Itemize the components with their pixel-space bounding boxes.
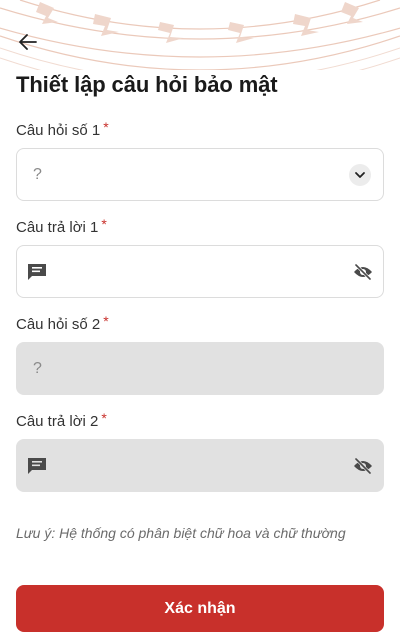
arrow-left-icon bbox=[19, 34, 37, 50]
answer-1-field bbox=[16, 245, 384, 298]
security-question-screen: Thiết lập câu hỏi bảo mật Câu hỏi số 1 * … bbox=[0, 0, 400, 643]
drum-pattern-background bbox=[0, 0, 400, 70]
back-button[interactable] bbox=[12, 28, 44, 56]
question-2-label-text: Câu hỏi số 2 bbox=[16, 316, 101, 333]
answer-1-label: Câu trả lời 1 * bbox=[16, 216, 107, 236]
answer-2-label: Câu trả lời 2 * bbox=[16, 410, 107, 430]
question-1-select[interactable]: ? bbox=[16, 148, 384, 201]
question-2-value: ? bbox=[33, 359, 42, 377]
answer-1-label-text: Câu trả lời 1 bbox=[16, 219, 99, 236]
question-1-label: Câu hỏi số 1 * bbox=[16, 119, 109, 139]
question-1-label-text: Câu hỏi số 1 bbox=[16, 122, 101, 139]
question-1-value: ? bbox=[33, 165, 42, 183]
eye-off-icon[interactable] bbox=[353, 457, 373, 474]
required-mark: * bbox=[101, 410, 107, 426]
answer-2-field bbox=[16, 439, 384, 492]
case-sensitivity-note: Lưu ý: Hệ thống có phân biệt chữ hoa và … bbox=[16, 525, 346, 541]
required-mark: * bbox=[101, 216, 107, 232]
chat-bubble-icon bbox=[27, 263, 47, 281]
chevron-down-icon[interactable] bbox=[349, 163, 371, 186]
required-mark: * bbox=[103, 119, 109, 135]
required-mark: * bbox=[103, 313, 109, 329]
answer-2-input[interactable] bbox=[57, 440, 353, 491]
page-title: Thiết lập câu hỏi bảo mật bbox=[16, 72, 278, 97]
question-2-select[interactable]: ? bbox=[16, 342, 384, 395]
eye-off-icon[interactable] bbox=[353, 263, 373, 280]
answer-2-label-text: Câu trả lời 2 bbox=[16, 413, 99, 430]
answer-1-input[interactable] bbox=[57, 246, 353, 297]
question-2-label: Câu hỏi số 2 * bbox=[16, 313, 109, 333]
chat-bubble-icon bbox=[27, 457, 47, 475]
confirm-button[interactable]: Xác nhận bbox=[16, 585, 384, 632]
